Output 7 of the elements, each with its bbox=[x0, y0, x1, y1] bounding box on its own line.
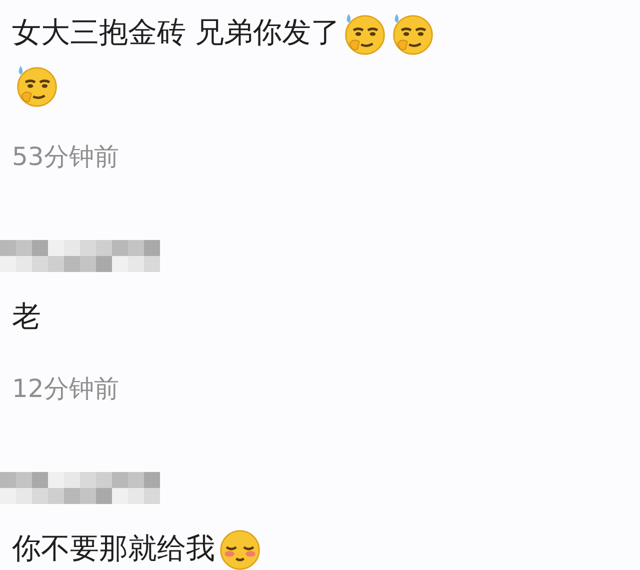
comment-text: 老 bbox=[12, 299, 41, 333]
smirking-face-icon bbox=[14, 63, 60, 110]
blushing-face-icon bbox=[217, 527, 263, 570]
comment-time: 12分钟前 bbox=[12, 373, 119, 405]
comment-time: 53分钟前 bbox=[12, 141, 119, 173]
comment-text: 女大三抱金砖 兄弟你发了 bbox=[12, 15, 340, 49]
comment-text: 你不要那就给我 bbox=[12, 531, 215, 565]
